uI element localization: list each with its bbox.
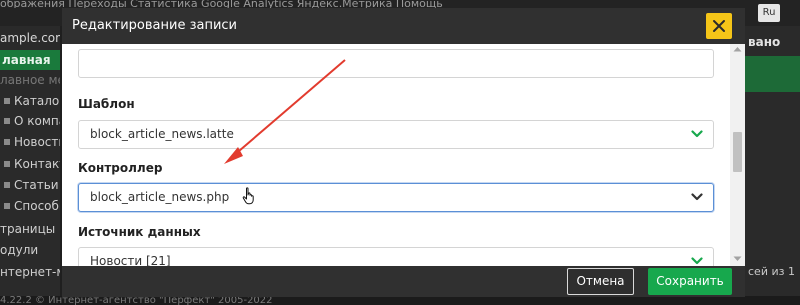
modal-header: Редактирование записи [62,8,745,44]
data-source-value: Новости [21] [90,254,171,266]
controller-select[interactable]: block_article_news.php [78,183,714,212]
background-pagination: сей из 1 [748,265,795,278]
chevron-down-icon [691,193,703,201]
modal-scrollbar[interactable] [730,44,745,266]
bullet-icon [4,139,10,145]
controller-label: Контроллер [78,161,163,175]
save-button[interactable]: Сохранить [648,268,732,295]
background-sidebar-item: О компа [0,112,60,130]
template-select[interactable]: block_article_news.latte [78,120,714,149]
scrollbar-thumb[interactable] [733,132,742,172]
background-domain: ample.com [0,31,60,45]
data-source-select[interactable]: Новости [21] [78,247,714,266]
modal-title: Редактирование записи [72,18,238,33]
bullet-icon [4,118,10,124]
scroll-down-icon[interactable] [733,256,742,262]
background-column-header: вано [748,35,781,49]
background-language-button: Ru [758,4,780,22]
background-main-menu-label: лавное мен [0,73,60,87]
background-extra-item: одули [0,243,39,257]
template-value: block_article_news.latte [90,127,234,141]
background-extra-item: траницы [0,222,56,236]
close-button[interactable] [706,13,732,39]
background-sidebar-item: Способы [0,197,60,215]
bullet-icon [4,203,10,209]
bullet-icon [4,161,10,167]
close-icon [713,20,725,32]
bullet-icon [4,98,10,104]
controller-value: block_article_news.php [90,190,230,204]
cancel-button[interactable]: Отмена [567,268,634,295]
background-sidebar-item: Новости [0,133,60,151]
template-label: Шаблон [78,97,135,111]
background-sidebar-item: Статьи [0,176,60,194]
modal-body: Шаблон block_article_news.latte Контролл… [62,44,745,266]
data-source-label: Источник данных [78,225,201,239]
background-highlight-row [745,56,800,92]
background-active-item: лавная [0,50,60,70]
background-sidebar-item: Каталог [0,92,60,110]
chevron-down-icon [691,130,703,138]
background-top-menu: ображения Переходы Статистика Google Ana… [0,0,443,8]
edit-record-modal: Редактирование записи Шаблон block_artic… [62,8,745,297]
modal-footer: Отмена Сохранить [62,266,745,297]
background-footer: 4.22.2 © Интернет-агентство "Перфект" 20… [0,296,800,305]
bullet-icon [4,182,10,188]
hand-cursor-icon [242,187,254,205]
background-extra-item: нтернет-м [0,265,60,279]
previous-field-input[interactable] [78,49,714,78]
chevron-down-icon [691,257,703,265]
background-sidebar-item: Контакты [0,155,60,173]
scroll-up-icon[interactable] [733,46,742,52]
